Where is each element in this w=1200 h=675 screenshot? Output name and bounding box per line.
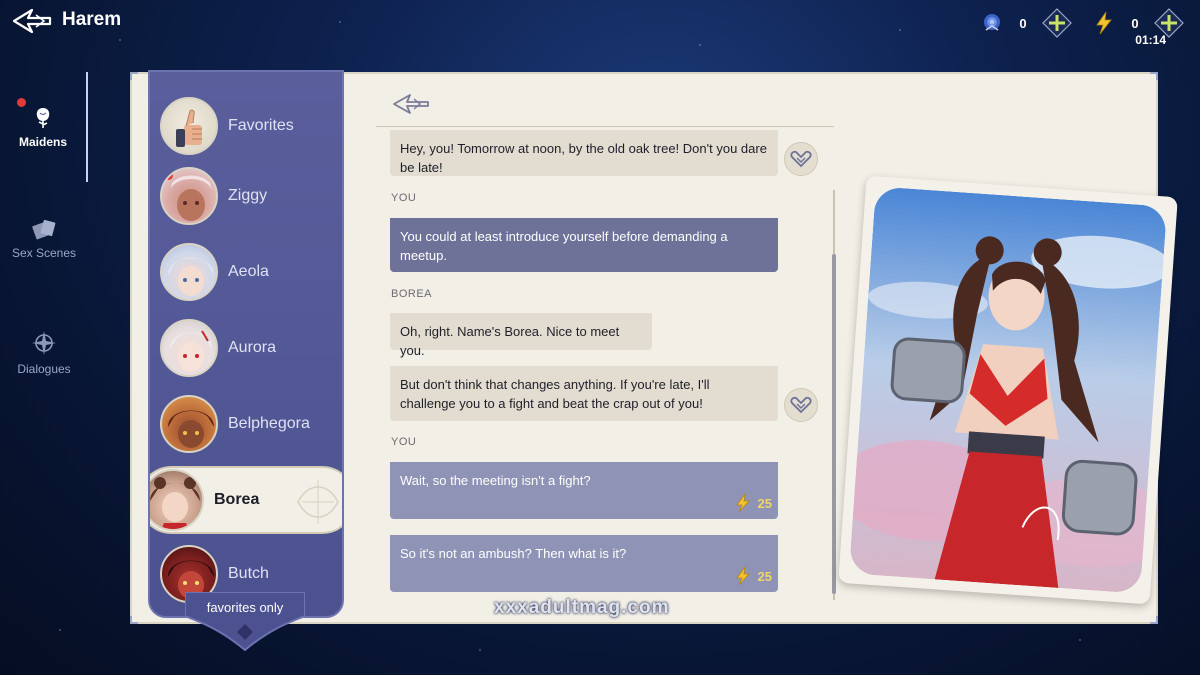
chat-divider	[376, 126, 834, 127]
nav-item-dialogues[interactable]: Dialogues	[0, 298, 88, 408]
compass-icon	[32, 331, 56, 355]
maiden-name: Aurora	[228, 339, 277, 356]
heart-icon	[790, 396, 812, 414]
message-bubble: You could at least introduce yourself be…	[390, 218, 778, 272]
maiden-name: Aeola	[228, 263, 269, 280]
energy-count: 0	[1131, 15, 1139, 31]
energy-cost: 25	[734, 493, 772, 513]
panel-corner	[130, 616, 138, 624]
left-navigation: Maidens Sex Scenes Dialogues	[0, 72, 90, 412]
speaker-label: BOREA	[391, 288, 433, 300]
energy-cost: 25	[734, 566, 772, 586]
dialogue-logo-icon	[393, 94, 429, 114]
nav-item-maidens[interactable]: Maidens	[0, 72, 88, 182]
thumbs-up-icon	[160, 97, 218, 155]
message-bubble: Hey, you! Tomorrow at noon, by the old o…	[390, 130, 778, 176]
watermark-text: xxxadultmag.com	[494, 597, 670, 618]
back-arrow-icon[interactable]	[10, 6, 54, 36]
avatar	[150, 469, 204, 531]
panel-corner	[1150, 72, 1158, 80]
page-title: Harem	[62, 9, 122, 30]
nav-label: Dialogues	[17, 362, 71, 376]
maiden-name: Belphegora	[228, 415, 310, 432]
maiden-name: Ziggy	[228, 187, 268, 204]
avatar	[160, 243, 218, 301]
lightning-icon	[1092, 11, 1116, 35]
maiden-item-aeola[interactable]: Aeola	[160, 240, 340, 304]
affection-button[interactable]	[784, 142, 818, 176]
cost-value: 25	[757, 495, 772, 511]
notification-dot	[17, 98, 26, 107]
maiden-list[interactable]: Favorites Ziggy Aeola Aurora Belphegora …	[148, 70, 344, 618]
chat-scrollbar[interactable]	[832, 180, 836, 610]
maiden-portrait-card	[838, 175, 1178, 605]
message-text: So it's not an ambush? Then what is it?	[400, 546, 627, 561]
panel-corner	[130, 72, 138, 80]
speaker-label: YOU	[391, 192, 417, 204]
rose-icon	[36, 108, 50, 128]
energy-timer: 01:14	[1135, 33, 1166, 47]
add-roses-button[interactable]	[1042, 8, 1072, 38]
panel-corner	[1150, 616, 1158, 624]
scroll-thumb[interactable]	[832, 254, 836, 594]
message-text: Hey, you! Tomorrow at noon, by the old o…	[400, 141, 767, 175]
message-text: You could at least introduce yourself be…	[400, 229, 728, 263]
speaker-label: YOU	[391, 436, 417, 448]
favorites-only-toggle[interactable]: favorites only	[185, 600, 305, 615]
maiden-item-ziggy[interactable]: Ziggy	[160, 164, 340, 228]
lightning-icon	[735, 566, 750, 586]
nav-item-sex-scenes[interactable]: Sex Scenes	[0, 184, 88, 294]
maiden-item-aurora[interactable]: Aurora	[160, 316, 340, 380]
maiden-item-borea[interactable]: Borea	[150, 466, 342, 534]
message-bubble: But don't think that changes anything. I…	[390, 366, 778, 421]
maiden-name: Favorites	[228, 117, 294, 134]
ornament-icon	[297, 480, 339, 524]
top-bar: Harem 0 0 01:14	[0, 0, 1200, 48]
rose-currency: 0	[980, 8, 1072, 38]
cost-value: 25	[757, 568, 772, 584]
avatar	[160, 167, 218, 225]
maiden-item-favorites[interactable]: Favorites	[160, 94, 340, 158]
dialogue-choice-button[interactable]: So it's not an ambush? Then what is it? …	[390, 535, 778, 592]
heart-icon	[790, 150, 812, 168]
avatar	[160, 395, 218, 453]
maiden-item-belphegora[interactable]: Belphegora	[160, 392, 340, 456]
nav-label: Maidens	[18, 135, 67, 149]
affection-button[interactable]	[784, 388, 818, 422]
maiden-name: Butch	[228, 565, 269, 582]
nav-label: Sex Scenes	[11, 246, 77, 260]
rose-count: 0	[1019, 15, 1027, 31]
dialogue-choice-button[interactable]: Wait, so the meeting isn't a fight? 25	[390, 462, 778, 519]
message-bubble: Oh, right. Name's Borea. Nice to meet yo…	[390, 313, 652, 358]
blue-rose-icon	[980, 11, 1004, 35]
maiden-portrait	[848, 186, 1168, 594]
lightning-icon	[735, 493, 750, 513]
avatar	[160, 319, 218, 377]
maiden-name: Borea	[214, 491, 260, 508]
cards-icon	[32, 219, 56, 240]
message-text: Wait, so the meeting isn't a fight?	[400, 473, 591, 488]
message-text: But don't think that changes anything. I…	[400, 377, 710, 411]
notification-dot	[164, 171, 173, 180]
